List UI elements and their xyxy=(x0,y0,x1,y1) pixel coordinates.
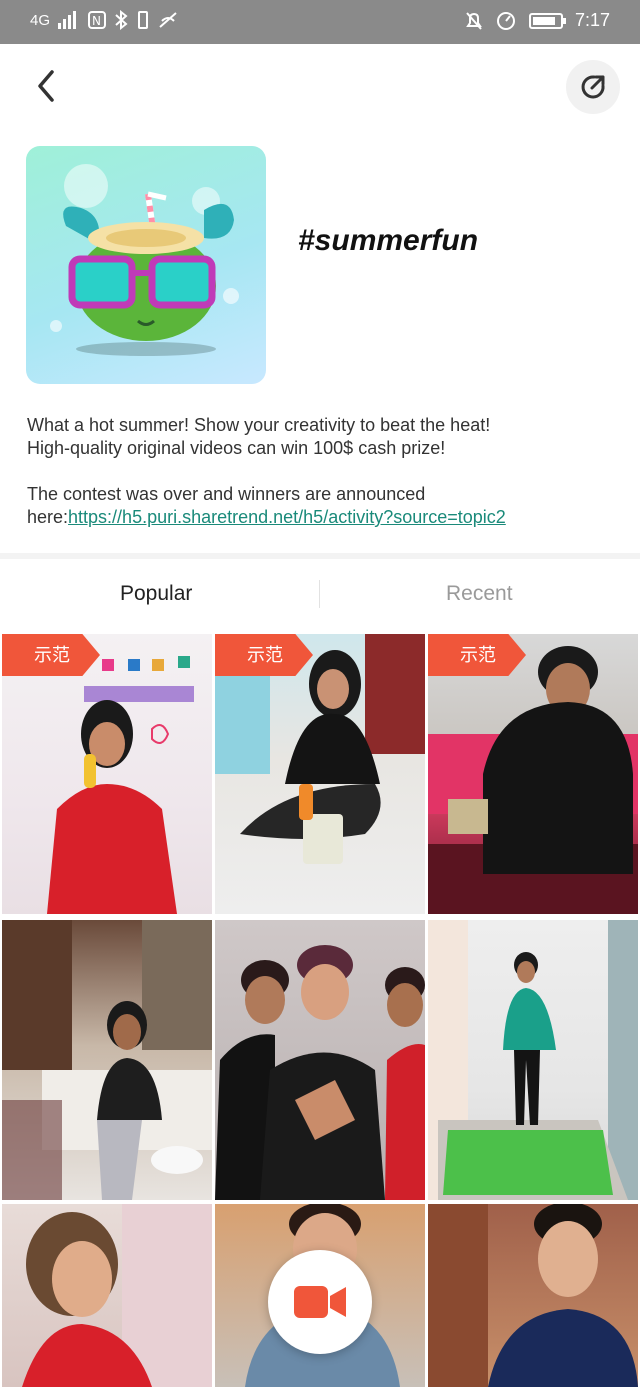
bluetooth-icon xyxy=(115,10,128,30)
coconut-sunglasses-illustration xyxy=(50,164,239,356)
status-time: 7:17 xyxy=(574,10,610,30)
chevron-left-icon xyxy=(38,70,54,102)
video-thumbnail xyxy=(2,920,212,1200)
demo-badge: 示范 xyxy=(2,634,100,676)
status-right: 7:17 xyxy=(465,10,610,31)
video-thumbnail xyxy=(428,1204,638,1387)
tab-recent[interactable]: Recent xyxy=(446,582,513,606)
description-line: High-quality original videos can win 100… xyxy=(27,438,446,458)
mute-bell-icon xyxy=(466,11,482,30)
battery-icon xyxy=(528,12,566,29)
video-thumbnail xyxy=(215,945,425,1200)
signal-label: 4G xyxy=(30,11,51,29)
video-tile[interactable] xyxy=(428,920,638,1200)
video-tile[interactable] xyxy=(215,920,425,1200)
tab-separator xyxy=(319,580,320,608)
description-line: What a hot summer! Show your creativity … xyxy=(27,415,491,435)
tab-popular[interactable]: Popular xyxy=(120,582,192,606)
back-button[interactable] xyxy=(32,68,72,108)
nfc-icon: N xyxy=(88,11,107,29)
video-thumbnail xyxy=(22,1204,212,1387)
video-thumbnail xyxy=(428,646,638,914)
video-tile[interactable]: 示范 xyxy=(2,634,212,914)
video-tile[interactable]: 示范 xyxy=(215,634,425,914)
video-tile[interactable] xyxy=(428,1204,638,1387)
topic-description: What a hot summer! Show your creativity … xyxy=(27,414,617,529)
demo-badge: 示范 xyxy=(428,634,526,676)
video-thumbnail xyxy=(215,634,425,864)
video-thumbnail xyxy=(47,656,194,914)
vibrate-icon xyxy=(138,11,149,29)
status-left: 4G N xyxy=(30,10,178,30)
video-tile[interactable]: 示范 xyxy=(428,634,638,914)
wifi-off-icon xyxy=(159,12,177,28)
notice-line: The contest was over and winners are ann… xyxy=(27,484,426,504)
notice-link-row: here:https://h5.puri.sharetrend.net/h5/a… xyxy=(27,506,617,529)
svg-text:N: N xyxy=(92,14,101,28)
demo-badge: 示范 xyxy=(215,634,313,676)
record-video-button[interactable] xyxy=(268,1250,372,1354)
video-tile[interactable] xyxy=(2,920,212,1200)
share-arrow-icon xyxy=(581,75,605,99)
signal-icon xyxy=(58,11,77,29)
tab-bar: Popular Recent xyxy=(0,564,640,626)
topic-title: #summerfun xyxy=(298,224,479,257)
video-tile[interactable] xyxy=(2,1204,212,1387)
notice-prefix: here: xyxy=(27,507,69,527)
section-divider xyxy=(0,553,640,559)
status-bar: 4G N 7:17 xyxy=(0,0,640,44)
share-button[interactable] xyxy=(566,60,620,114)
video-thumbnail xyxy=(428,920,638,1200)
video-camera-icon xyxy=(294,1286,346,1318)
activity-link[interactable]: https://h5.puri.sharetrend.net/h5/activi… xyxy=(68,507,506,527)
speed-icon xyxy=(496,11,515,30)
topic-cover-image xyxy=(26,146,266,384)
